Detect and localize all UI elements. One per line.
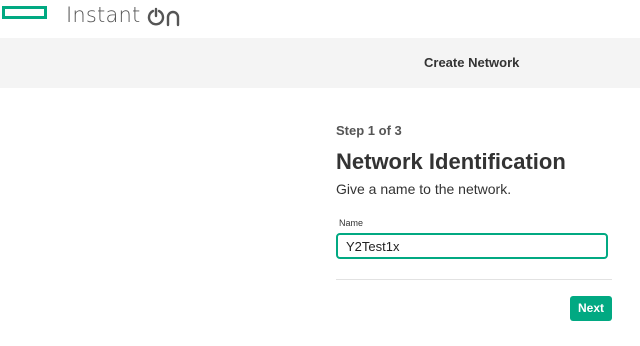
brand-wordmark: Instant	[66, 2, 181, 28]
hpe-logo-icon	[2, 6, 47, 19]
next-button[interactable]: Next	[570, 296, 612, 321]
network-identification-form: Step 1 of 3 Network Identification Give …	[336, 122, 612, 259]
brand-name: Instant	[66, 3, 141, 27]
name-label: Name	[339, 218, 364, 228]
page-title: Create Network	[424, 55, 520, 70]
network-name-input[interactable]	[336, 233, 608, 259]
page-header: Create Network	[0, 38, 640, 88]
power-on-icon	[147, 4, 181, 27]
form-subtitle: Give a name to the network.	[336, 181, 512, 197]
brand-bar: Instant	[0, 0, 640, 38]
form-title: Network Identification	[336, 149, 566, 174]
divider	[336, 279, 612, 280]
step-indicator: Step 1 of 3	[336, 123, 402, 138]
